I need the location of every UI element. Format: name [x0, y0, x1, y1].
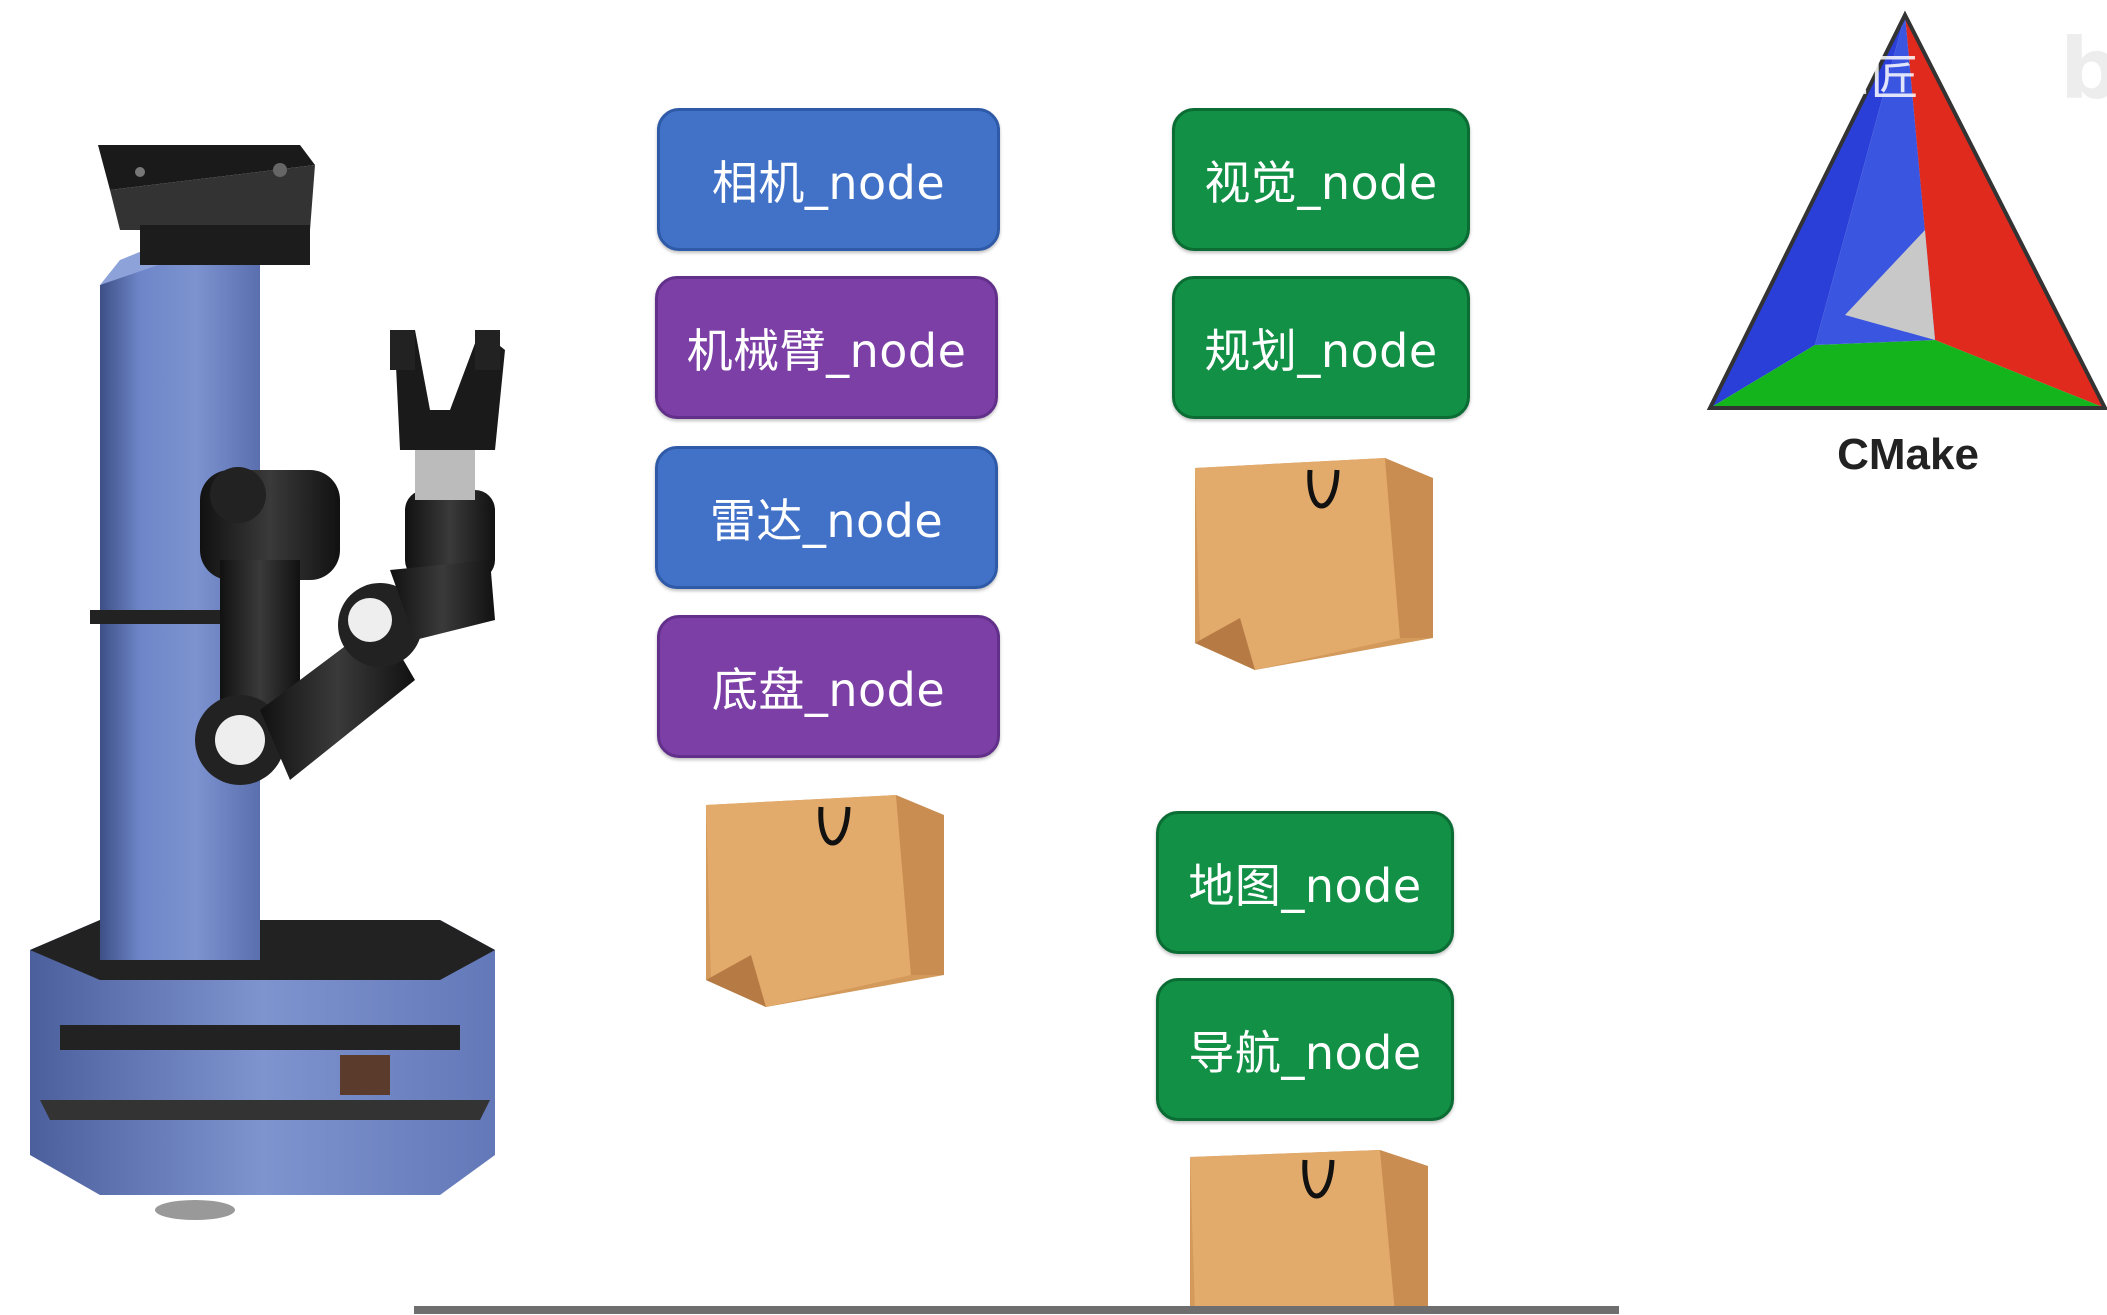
node-map: 地图_node: [1156, 811, 1454, 954]
node-label: 规划_node: [1204, 323, 1438, 378]
cmake-label: CMake: [1837, 430, 1979, 479]
shopping-bag-icon: [706, 795, 944, 1007]
node-label: 雷达_node: [709, 493, 944, 548]
node-vision: 视觉_node: [1172, 108, 1470, 251]
node-planning: 规划_node: [1172, 276, 1470, 419]
node-label: 机械臂_node: [686, 323, 967, 378]
node-camera: 相机_node: [657, 108, 1000, 251]
bottom-divider: [414, 1306, 1619, 1314]
node-label: 导航_node: [1188, 1025, 1422, 1080]
node-label: 底盘_node: [711, 662, 946, 717]
node-label: 相机_node: [711, 155, 946, 210]
bilibili-logo-icon: b: [2060, 20, 2107, 118]
robot-illustration: [30, 145, 505, 1220]
node-radar: 雷达_node: [655, 446, 998, 589]
watermark-text: 1匠: [1840, 50, 1919, 106]
shopping-bag-icon: [1190, 1150, 1428, 1312]
node-navigation: 导航_node: [1156, 978, 1454, 1121]
shopping-bag-icon: [1195, 458, 1433, 670]
node-chassis: 底盘_node: [657, 615, 1000, 758]
node-arm: 机械臂_node: [655, 276, 998, 419]
node-label: 视觉_node: [1204, 155, 1438, 210]
node-label: 地图_node: [1188, 858, 1422, 913]
